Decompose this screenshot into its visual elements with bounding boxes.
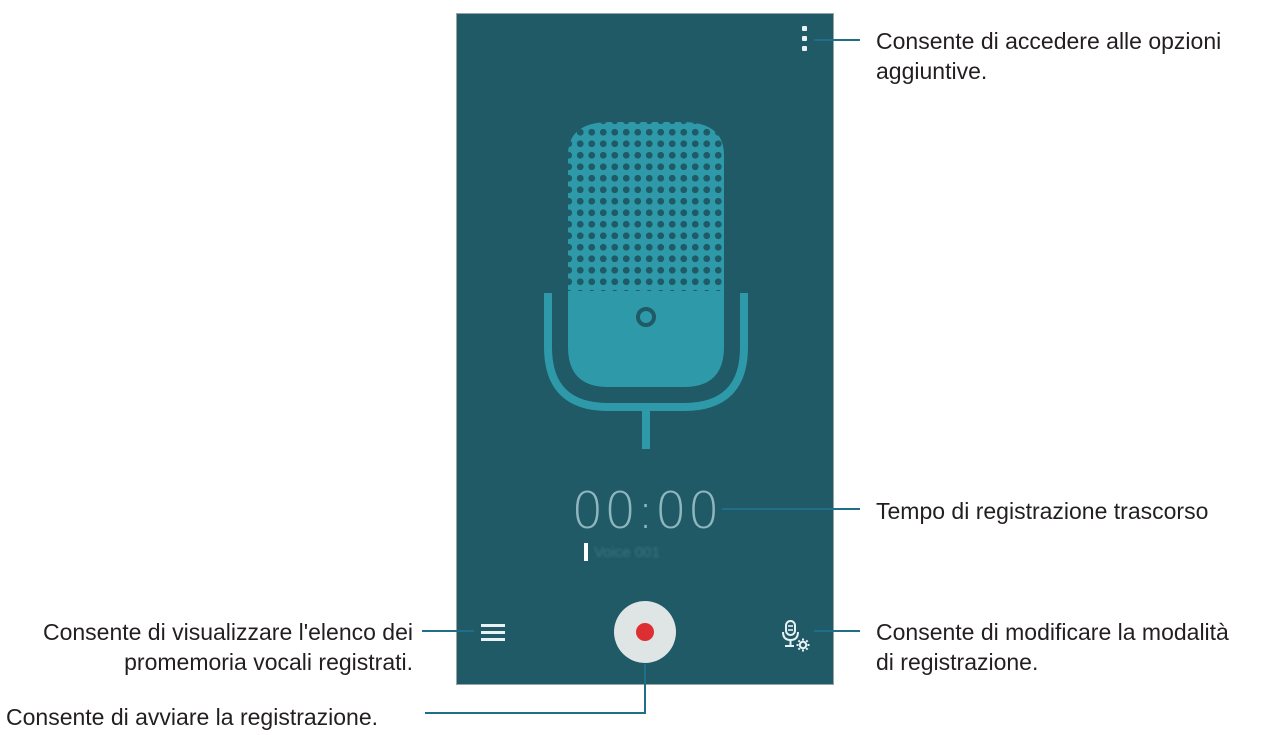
callout-list: Consente di visualizzare l'elenco dei pr… — [43, 617, 413, 677]
callout-options-line-1: Consente di accedere alle opzioni — [876, 28, 1222, 54]
callout-mode: Consente di modificare la modalità di re… — [876, 617, 1229, 677]
callout-options: Consente di accedere alle opzioni aggiun… — [876, 26, 1221, 86]
callout-record-line-1: Consente di avviare la registrazione. — [6, 704, 379, 730]
callout-options-line-2: aggiuntive. — [876, 58, 988, 84]
callout-elapsed-time: Tempo di registrazione trascorso — [876, 496, 1208, 526]
callout-record: Consente di avviare la registrazione. — [6, 702, 378, 732]
callout-list-line-1: Consente di visualizzare l'elenco dei — [42, 619, 413, 645]
callout-list-line-2: promemoria vocali registrati. — [124, 649, 413, 675]
callout-mode-line-2: di registrazione. — [876, 649, 1039, 675]
callout-elapsed-time-line-1: Tempo di registrazione trascorso — [876, 498, 1209, 524]
callout-mode-line-1: Consente di modificare la modalità — [876, 619, 1229, 645]
